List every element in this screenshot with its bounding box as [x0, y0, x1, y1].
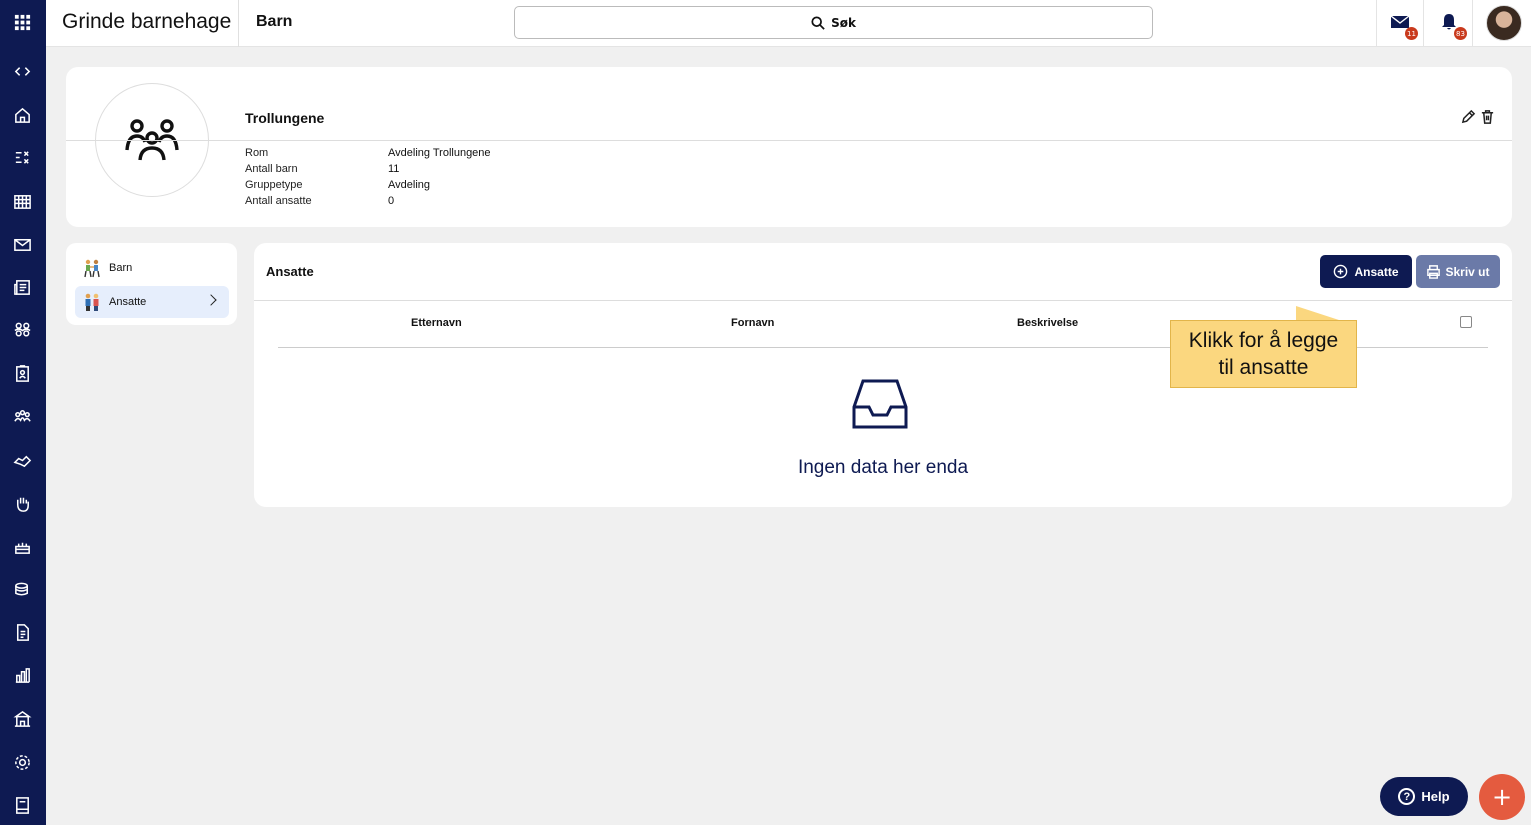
field-label-child-count: Antall barn: [245, 163, 298, 175]
group-divider: [66, 140, 1512, 141]
print-button[interactable]: Skriv ut: [1416, 255, 1500, 288]
print-label: Skriv ut: [1445, 264, 1490, 279]
column-header-firstname[interactable]: Fornavn: [731, 317, 774, 329]
children-icon: [84, 259, 100, 278]
add-fab-button[interactable]: +: [1479, 774, 1525, 820]
chevron-right-icon: [205, 294, 217, 306]
group-menu: Barn Ansatte: [66, 243, 237, 325]
plus-icon: +: [1491, 783, 1513, 811]
birthday-cake-icon[interactable]: [11, 535, 33, 557]
field-label-room: Rom: [245, 147, 269, 159]
notifications-button[interactable]: 83: [1439, 12, 1467, 40]
news-icon[interactable]: [11, 276, 33, 298]
question-icon: ?: [1398, 788, 1416, 805]
document-icon[interactable]: [11, 621, 33, 643]
app-title[interactable]: Grinde barnehage: [62, 10, 231, 34]
panel-title: Ansatte: [266, 264, 314, 279]
top-bar: Grinde barnehage Barn Søk 11 83: [46, 0, 1531, 47]
search-input[interactable]: Søk: [514, 6, 1153, 39]
add-staff-button[interactable]: Ansatte: [1320, 255, 1412, 288]
book-icon[interactable]: [11, 794, 33, 816]
apps-grid-icon[interactable]: [11, 11, 33, 33]
bar-chart-icon[interactable]: [11, 664, 33, 686]
school-icon[interactable]: [11, 708, 33, 730]
search-label: Søk: [831, 15, 856, 30]
column-header-lastname[interactable]: Etternavn: [411, 317, 462, 329]
settings-icon[interactable]: [11, 751, 33, 773]
clipboard-icon[interactable]: [11, 362, 33, 384]
staff-icon: [85, 293, 99, 311]
help-button[interactable]: ? Help: [1380, 777, 1468, 816]
toolbar-separator: [1472, 0, 1473, 47]
field-value-group-type: Avdeling: [388, 179, 430, 191]
checklist-icon[interactable]: [11, 146, 33, 168]
expand-sidebar-icon[interactable]: [11, 60, 33, 82]
page-title: Barn: [256, 13, 293, 30]
field-value-child-count: 11: [388, 163, 400, 175]
title-separator: [238, 0, 239, 47]
messages-button[interactable]: 11: [1390, 12, 1418, 40]
people-icon[interactable]: [11, 405, 33, 427]
tooltip-arrow: [1296, 306, 1342, 321]
toolbar-separator: [1423, 0, 1424, 47]
menu-item-label: Ansatte: [109, 296, 147, 308]
add-staff-tooltip: Klikk for å legge til ansatte: [1170, 320, 1357, 388]
field-label-staff-count: Antall ansatte: [245, 195, 312, 207]
panel-divider: [254, 300, 1512, 301]
field-value-staff-count: 0: [388, 195, 395, 207]
add-staff-label: Ansatte: [1354, 264, 1399, 279]
menu-item-label: Barn: [109, 262, 133, 274]
plus-circle-icon: [1334, 264, 1348, 279]
groups-icon[interactable]: [11, 319, 33, 341]
field-value-room: Avdeling Trollungene: [388, 147, 491, 159]
search-icon: [811, 15, 825, 30]
handshake-icon[interactable]: [11, 449, 33, 471]
coins-icon[interactable]: [11, 578, 33, 600]
notifications-badge: 83: [1454, 27, 1467, 40]
calendar-icon[interactable]: [11, 190, 33, 212]
empty-inbox-icon: [851, 377, 909, 431]
hand-icon[interactable]: [11, 492, 33, 514]
group-info-card: Trollungene Rom Avdeling Trollungene Ant…: [66, 67, 1512, 227]
empty-state-text: Ingen data her enda: [797, 457, 969, 478]
help-label: Help: [1421, 789, 1450, 804]
menu-item-children[interactable]: Barn: [75, 252, 229, 284]
user-avatar[interactable]: [1486, 5, 1522, 41]
edit-icon[interactable]: [1461, 109, 1477, 125]
field-label-group-type: Gruppetype: [245, 179, 303, 191]
column-header-description[interactable]: Beskrivelse: [1017, 317, 1078, 329]
mail-icon[interactable]: [11, 233, 33, 255]
tooltip-line-1: Klikk for å legge: [1188, 329, 1339, 352]
tooltip-line-2: til ansatte: [1218, 356, 1309, 379]
group-name: Trollungene: [245, 110, 325, 126]
messages-badge: 11: [1405, 27, 1418, 40]
menu-item-staff[interactable]: Ansatte: [75, 286, 229, 318]
printer-icon: [1427, 265, 1441, 279]
home-icon[interactable]: [11, 104, 33, 126]
toolbar-separator: [1376, 0, 1377, 47]
delete-icon[interactable]: [1480, 109, 1496, 125]
select-all-checkbox[interactable]: [1460, 316, 1472, 328]
sidebar: [0, 0, 46, 825]
